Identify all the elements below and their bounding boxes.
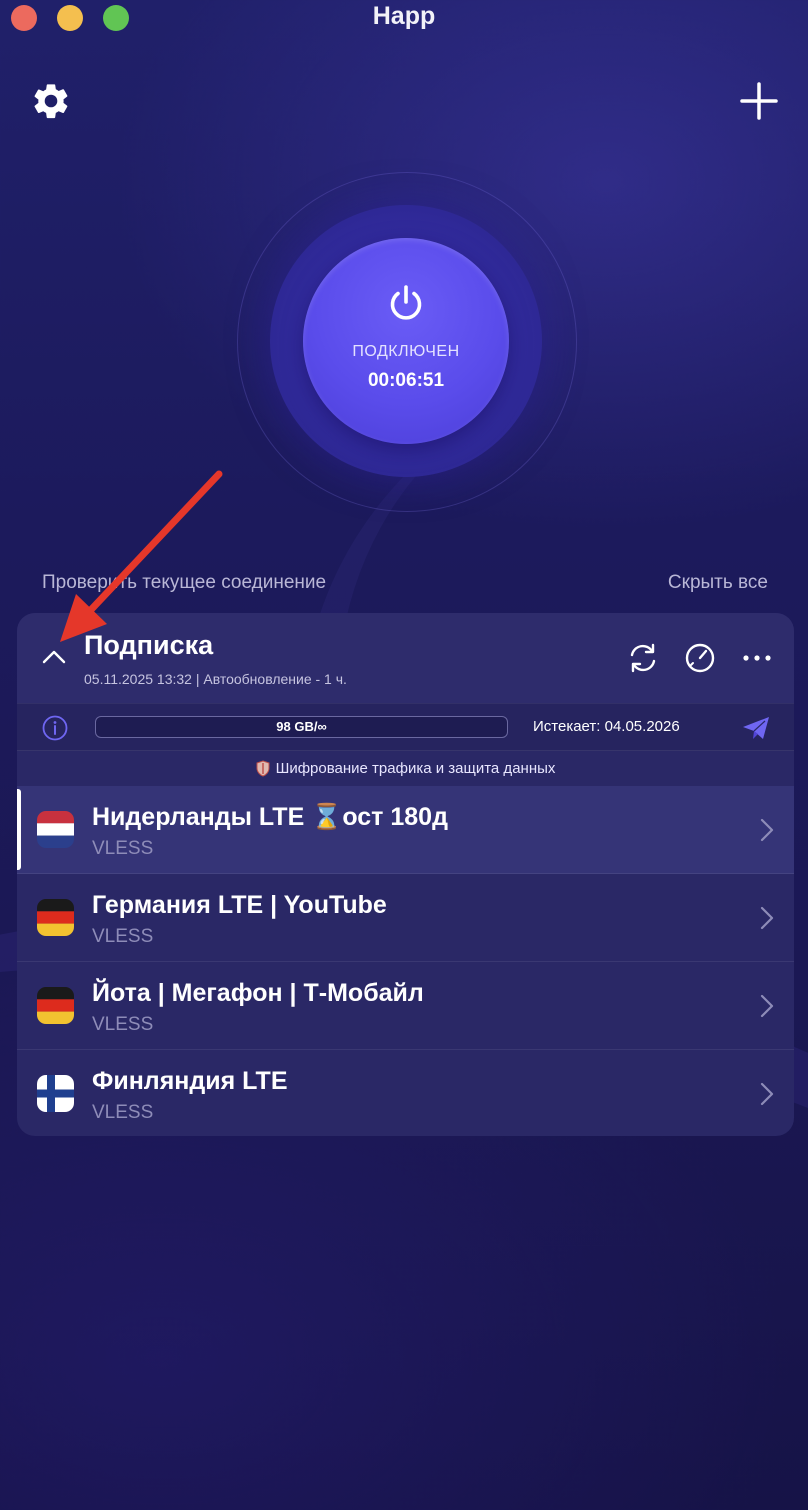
finland-flag-icon (37, 1075, 74, 1112)
server-name: Йота | Мегафон | Т-Мобайл (92, 979, 424, 1007)
subscription-title: Подписка (84, 630, 214, 660)
expiry-date: Истекает: 04.05.2026 (533, 718, 680, 735)
more-icon[interactable] (740, 641, 774, 675)
protection-text: Шифрование трафика и защита данных (275, 760, 556, 777)
chevron-right-icon (760, 1082, 774, 1106)
server-protocol: VLESS (92, 1102, 154, 1123)
connection-status: ПОДКЛЮЧЕН (352, 343, 460, 360)
subscription-meta: 05.11.2025 13:32 | Автообновление - 1 ч. (84, 671, 347, 687)
germany-flag-icon (37, 987, 74, 1024)
gear-icon[interactable] (30, 80, 72, 122)
server-item[interactable]: Йота | Мегафон | Т-Мобайл VLESS (17, 962, 794, 1050)
telegram-send-icon[interactable] (741, 715, 771, 741)
chevron-right-icon (760, 818, 774, 842)
traffic-progress-bar: 98 GB/∞ (95, 716, 508, 738)
chevron-right-icon (760, 906, 774, 930)
title-bar: Happ (0, 0, 808, 36)
server-name: Нидерланды LTE ⌛ост 180д (92, 803, 448, 831)
netherlands-flag-icon (37, 811, 74, 848)
traffic-usage: 98 GB/∞ (276, 719, 327, 734)
shield-icon (256, 760, 270, 777)
check-connection-link[interactable]: Проверить текущее соединение (42, 572, 326, 594)
window-title: Happ (372, 2, 436, 30)
server-item[interactable]: Германия LTE | YouTube VLESS (17, 874, 794, 962)
subscription-header: Подписка 05.11.2025 13:32 | Автообновлен… (17, 613, 794, 703)
traffic-row: 98 GB/∞ Истекает: 04.05.2026 (17, 703, 794, 751)
power-button[interactable] (303, 238, 509, 444)
protection-row: Шифрование трафика и защита данных (17, 750, 794, 788)
server-list: Нидерланды LTE ⌛ост 180д VLESS Германия … (17, 786, 794, 1136)
server-protocol: VLESS (92, 838, 154, 859)
chevron-right-icon (760, 994, 774, 1018)
connection-timer: 00:06:51 (367, 370, 445, 391)
power-icon (390, 285, 422, 320)
speedometer-icon[interactable] (683, 641, 717, 675)
server-name: Финляндия LTE (92, 1067, 288, 1095)
hide-all-link[interactable]: Скрыть все (668, 572, 768, 594)
server-protocol: VLESS (92, 926, 154, 947)
server-protocol: VLESS (92, 1014, 154, 1035)
server-item[interactable]: Нидерланды LTE ⌛ост 180д VLESS (17, 786, 794, 874)
info-icon[interactable] (42, 715, 68, 741)
server-item[interactable]: Финляндия LTE VLESS (17, 1050, 794, 1136)
server-name: Германия LTE | YouTube (92, 891, 387, 919)
chevron-up-icon[interactable] (41, 646, 67, 668)
subscription-card: Подписка 05.11.2025 13:32 | Автообновлен… (17, 613, 794, 1136)
germany-flag-icon (37, 899, 74, 936)
plus-icon[interactable] (740, 82, 778, 120)
refresh-icon[interactable] (626, 641, 660, 675)
